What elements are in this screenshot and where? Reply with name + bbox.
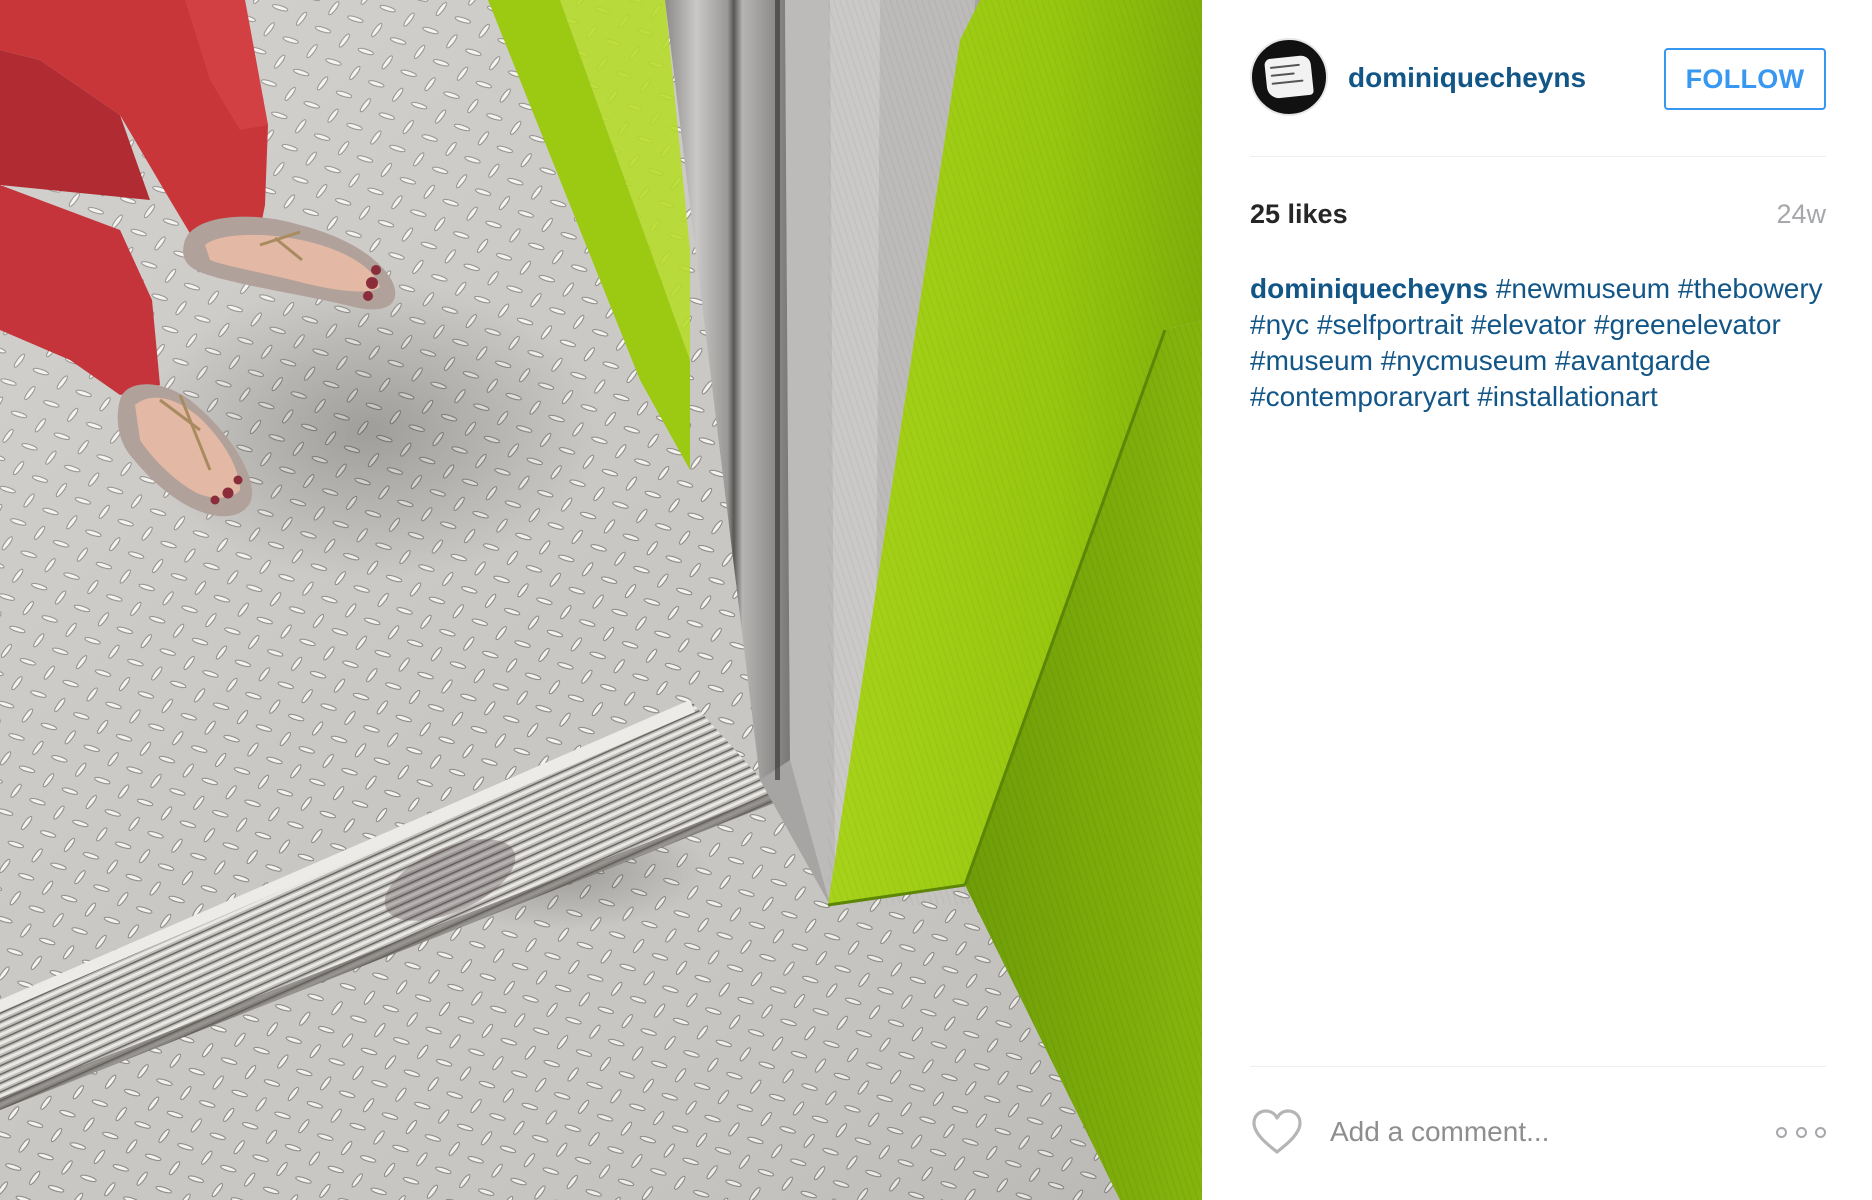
hashtag-link[interactable]: #newmuseum [1496, 273, 1670, 304]
follow-button[interactable]: FOLLOW [1664, 48, 1826, 110]
hashtag-link[interactable]: #elevator [1471, 309, 1586, 340]
elevator-photo-illustration [0, 0, 1202, 1200]
hashtag-link[interactable]: #museum [1250, 345, 1373, 376]
post-age[interactable]: 24w [1776, 199, 1826, 230]
comment-bar [1250, 1104, 1826, 1160]
likes-count[interactable]: 25 likes [1250, 199, 1348, 230]
hashtag-link[interactable]: #selfportrait [1317, 309, 1463, 340]
post-photo[interactable] [0, 0, 1202, 1200]
more-options-icon[interactable] [1776, 1118, 1826, 1146]
hashtag-link[interactable]: #thebowery [1678, 273, 1823, 304]
footer-divider [1250, 1066, 1826, 1067]
heart-icon[interactable] [1250, 1108, 1304, 1156]
hashtag-link[interactable]: #avantgarde [1555, 345, 1711, 376]
header-divider [1250, 156, 1826, 157]
hashtag-link[interactable]: #nyc [1250, 309, 1309, 340]
post-caption: dominiquecheyns #newmuseum #thebowery #n… [1250, 271, 1826, 415]
author-username[interactable]: dominiquecheyns [1348, 62, 1586, 94]
comment-input[interactable] [1330, 1110, 1750, 1154]
post-details-panel: dominiquecheyns FOLLOW 25 likes 24w domi… [1202, 0, 1872, 1200]
hashtag-link[interactable]: #nycmuseum [1381, 345, 1548, 376]
avatar-graffiti-logo-icon [1264, 54, 1314, 100]
avatar[interactable] [1250, 38, 1328, 116]
hashtag-link[interactable]: #greenelevator [1594, 309, 1781, 340]
caption-username[interactable]: dominiquecheyns [1250, 273, 1488, 304]
hashtag-link[interactable]: #contemporaryart [1250, 381, 1469, 412]
post-header: dominiquecheyns FOLLOW [1250, 38, 1826, 118]
hashtag-link[interactable]: #installationart [1477, 381, 1658, 412]
instagram-post: dominiquecheyns FOLLOW 25 likes 24w domi… [0, 0, 1872, 1200]
